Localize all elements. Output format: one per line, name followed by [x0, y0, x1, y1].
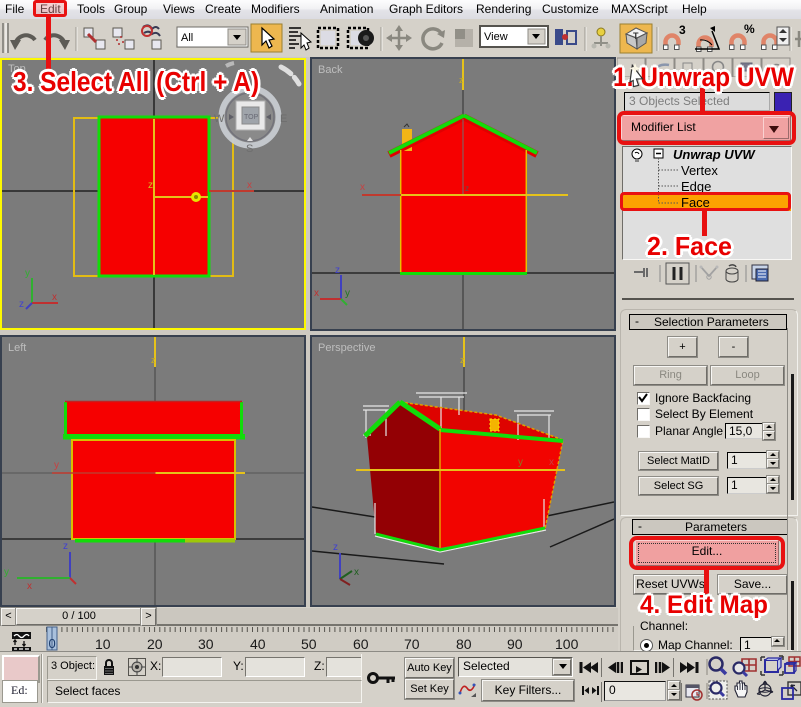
svg-text:30: 30 [198, 636, 214, 651]
svg-text:z: z [333, 542, 338, 553]
svg-text:100: 100 [555, 636, 579, 651]
svg-text:x: x [549, 457, 554, 468]
svg-text:y: y [54, 460, 59, 471]
svg-text:Perspective: Perspective [318, 342, 375, 354]
svg-text:TOP: TOP [244, 114, 259, 121]
svg-text:z: z [151, 355, 156, 365]
svg-text:60: 60 [353, 636, 369, 651]
svg-text:T: T [633, 31, 639, 41]
svg-text:W: W [214, 113, 225, 125]
svg-text:z: z [459, 75, 464, 85]
svg-text:Vertex: Vertex [681, 163, 718, 178]
svg-text:y: y [4, 567, 9, 578]
svg-text:0: 0 [49, 636, 56, 651]
svg-text:All: All [181, 32, 193, 44]
svg-text:z: z [335, 265, 340, 276]
svg-text:y: y [25, 268, 30, 279]
svg-text:z: z [19, 299, 24, 310]
svg-text:40: 40 [250, 636, 266, 651]
svg-text:z: z [148, 180, 153, 191]
svg-text:x: x [354, 567, 359, 578]
svg-text:x: x [360, 182, 365, 193]
svg-text:S: S [246, 143, 253, 155]
svg-text:y: y [345, 288, 350, 299]
svg-text:90: 90 [507, 636, 523, 651]
svg-text:70: 70 [404, 636, 420, 651]
svg-text:x: x [247, 180, 252, 191]
svg-text:Left: Left [8, 342, 26, 354]
svg-text:x: x [52, 292, 57, 303]
svg-text:x: x [314, 288, 319, 299]
svg-text:z: z [460, 355, 465, 365]
svg-text:y: y [518, 457, 523, 468]
svg-text:20: 20 [147, 636, 163, 651]
svg-text:z: z [63, 541, 68, 552]
svg-text:3: 3 [679, 23, 686, 37]
svg-text:%: % [744, 22, 755, 36]
svg-text:x: x [27, 581, 32, 592]
svg-text:z: z [465, 184, 469, 193]
svg-text:Back: Back [318, 64, 343, 76]
svg-text:E: E [280, 113, 287, 125]
svg-text:Unwrap UVW: Unwrap UVW [673, 147, 756, 162]
svg-text:50: 50 [301, 636, 317, 651]
svg-text:80: 80 [456, 636, 472, 651]
svg-text:View: View [484, 31, 508, 43]
svg-text:10: 10 [95, 636, 111, 651]
